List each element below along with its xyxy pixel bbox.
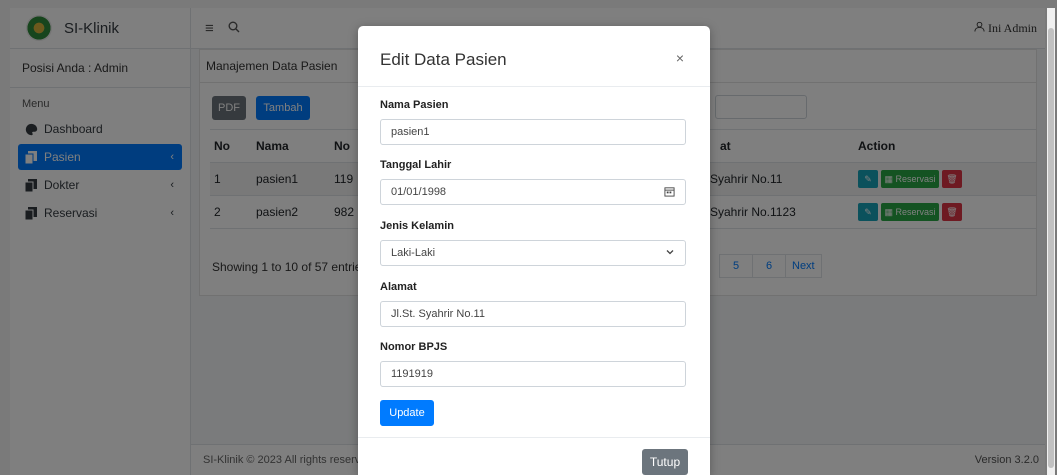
calendar-icon[interactable]: [664, 186, 675, 200]
edit-patient-modal: Edit Data Pasien × Nama Pasien pasien1 T…: [358, 26, 710, 475]
close-icon[interactable]: ×: [676, 50, 684, 66]
jenis-kelamin-value: Laki-Laki: [391, 247, 436, 259]
nomor-bpjs-input[interactable]: 1191919: [380, 361, 686, 387]
modal-footer: Tutup: [358, 437, 710, 475]
alamat-label: Alamat: [380, 281, 417, 293]
nama-label: Nama Pasien: [380, 99, 449, 111]
nama-input[interactable]: pasien1: [380, 119, 686, 145]
nomor-bpjs-value: 1191919: [391, 368, 434, 380]
nama-value: pasien1: [391, 126, 430, 138]
alamat-value: Jl.St. Syahrir No.11: [391, 308, 485, 320]
modal-title: Edit Data Pasien: [380, 50, 507, 69]
chevron-down-icon: [665, 247, 675, 260]
jenis-kelamin-label: Jenis Kelamin: [380, 220, 454, 232]
scrollbar-thumb[interactable]: [1048, 28, 1054, 468]
jenis-kelamin-select[interactable]: Laki-Laki: [380, 240, 686, 266]
update-button[interactable]: Update: [380, 400, 434, 426]
tanggal-lahir-input[interactable]: 01/01/1998: [380, 179, 686, 205]
tanggal-lahir-value: 01/01/1998: [391, 186, 447, 198]
tanggal-lahir-label: Tanggal Lahir: [380, 159, 452, 171]
modal-header: Edit Data Pasien ×: [358, 26, 710, 87]
close-button[interactable]: Tutup: [642, 449, 688, 475]
alamat-input[interactable]: Jl.St. Syahrir No.11: [380, 301, 686, 327]
nomor-bpjs-label: Nomor BPJS: [380, 341, 448, 353]
